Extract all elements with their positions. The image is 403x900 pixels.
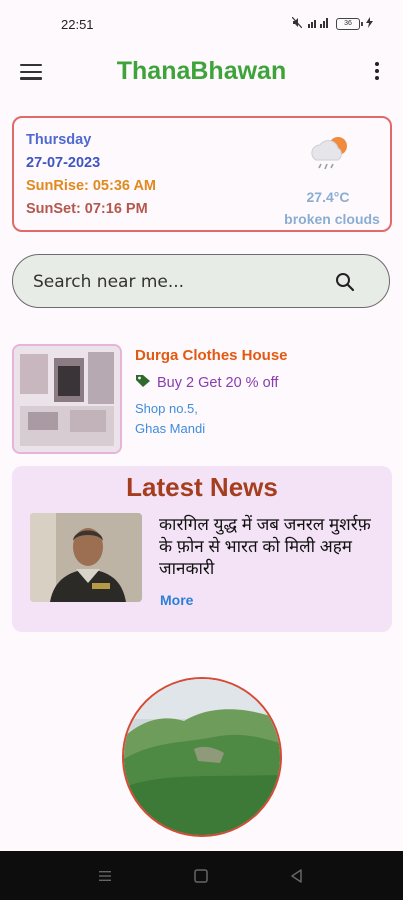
app-bar: ThanaBhawan	[0, 50, 403, 96]
shop-name[interactable]: Durga Clothes House	[135, 347, 288, 364]
news-more-link[interactable]: More	[160, 592, 193, 608]
shop-address-line2: Ghas Mandi	[135, 421, 206, 436]
news-title[interactable]: कारगिल युद्ध में जब जनरल मुशर्रफ़ के फ़ो…	[159, 514, 384, 580]
offer-row: Buy 2 Get 20 % off	[135, 374, 278, 392]
back-icon[interactable]	[288, 867, 306, 885]
weather-date: 27-07-2023	[26, 155, 101, 171]
latest-news-card: Latest News कारगिल युद्ध में जब जनरल मुश…	[12, 466, 392, 632]
sunset-time: SunSet: 07:16 PM	[26, 201, 148, 217]
cloud-rain-sun-icon	[308, 132, 352, 172]
sunrise-time: SunRise: 05:36 AM	[26, 178, 156, 194]
system-icons: 36	[291, 16, 373, 31]
charging-icon	[366, 17, 373, 31]
app-title: ThanaBhawan	[116, 57, 287, 85]
weather-description: broken clouds	[284, 211, 380, 227]
home-icon[interactable]	[192, 867, 210, 885]
battery-icon: 36	[336, 18, 363, 30]
search-bar[interactable]	[12, 254, 390, 308]
weather-card: Thursday 27-07-2023 SunRise: 05:36 AM Su…	[12, 116, 392, 232]
search-input[interactable]	[31, 269, 325, 295]
weather-day: Thursday	[26, 132, 92, 148]
status-bar: 22:51 36	[0, 0, 403, 50]
shop-address-line1: Shop no.5,	[135, 401, 198, 416]
system-navigation-bar	[0, 851, 403, 900]
search-icon[interactable]	[335, 272, 355, 292]
offer-text: Buy 2 Get 20 % off	[157, 375, 279, 391]
news-heading: Latest News	[126, 472, 278, 502]
news-thumbnail[interactable]	[30, 513, 142, 602]
mute-icon	[291, 16, 303, 31]
more-options-icon[interactable]	[373, 62, 381, 84]
recents-menu-icon[interactable]	[96, 867, 114, 885]
featured-place-image[interactable]	[122, 677, 282, 837]
status-time: 22:51	[61, 17, 94, 32]
signal-icon	[308, 17, 330, 31]
weather-temperature: 27.4°C	[306, 189, 350, 205]
shop-image[interactable]	[12, 344, 122, 454]
price-tag-icon	[135, 374, 151, 392]
